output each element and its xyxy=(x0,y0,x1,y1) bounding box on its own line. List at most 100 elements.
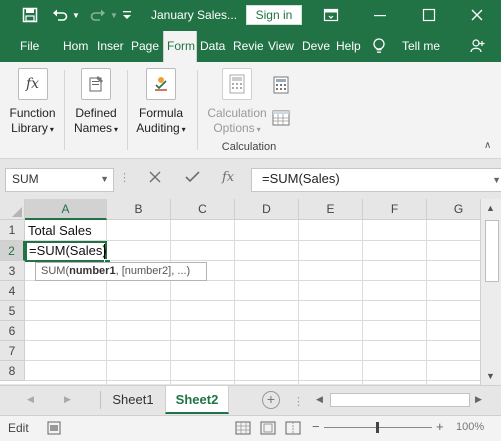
calculation-group-label: Calculation xyxy=(221,141,277,153)
tab-formulas[interactable]: Form xyxy=(163,31,197,62)
cell-a1[interactable]: Total Sales xyxy=(28,223,92,238)
tooltip-rest: , [number2], ...) xyxy=(115,265,191,277)
more-options-icon: ⋮ xyxy=(119,172,130,184)
row-header-2[interactable]: 2 xyxy=(0,241,25,261)
next-sheet-icon[interactable]: ▶ xyxy=(64,394,71,405)
ribbon-display-options-icon[interactable] xyxy=(321,5,341,25)
more-options-icon: ⋮ xyxy=(293,396,304,408)
zoom-in-icon[interactable]: + xyxy=(436,419,444,434)
name-manager-icon xyxy=(81,68,111,100)
sign-in-button[interactable]: Sign in xyxy=(246,5,302,25)
collapse-ribbon-icon[interactable]: ∧ xyxy=(484,140,491,151)
scroll-left-icon[interactable]: ◀ xyxy=(316,394,323,405)
row-header-7[interactable]: 7 xyxy=(0,341,25,361)
tab-data[interactable]: Data xyxy=(200,31,228,62)
undo-icon[interactable] xyxy=(50,5,70,25)
save-icon[interactable] xyxy=(20,5,40,25)
row-header-4[interactable]: 4 xyxy=(0,281,25,301)
select-all-corner[interactable] xyxy=(0,199,25,220)
column-header-c[interactable]: C xyxy=(171,199,235,220)
formula-auditing-label-1: Formula xyxy=(138,106,183,120)
tooltip-current-arg: number1 xyxy=(69,265,116,277)
zoom-slider-thumb[interactable] xyxy=(376,422,379,433)
tab-separator xyxy=(100,391,101,409)
tab-home[interactable]: Hom xyxy=(63,31,93,62)
row-header-1[interactable]: 1 xyxy=(0,220,25,241)
minimize-icon[interactable] xyxy=(370,5,390,25)
previous-sheet-icon[interactable]: ◀ xyxy=(27,394,34,405)
column-header-e[interactable]: E xyxy=(299,199,363,220)
tab-help[interactable]: Help xyxy=(336,31,364,62)
redo-dropdown-icon[interactable]: ▼ xyxy=(109,5,119,25)
name-box[interactable]: SUM ▼ xyxy=(5,168,114,192)
redo-icon[interactable] xyxy=(88,5,108,25)
zoom-level[interactable]: 100% xyxy=(456,421,484,433)
expand-formula-bar-icon[interactable]: ▼ xyxy=(492,170,501,190)
calculate-now-icon[interactable] xyxy=(273,76,289,99)
column-header-f[interactable]: F xyxy=(363,199,427,220)
column-header-d[interactable]: D xyxy=(235,199,299,220)
cell-a2-editing[interactable]: =SUM(Sales) xyxy=(29,243,107,258)
row-header-3[interactable]: 3 xyxy=(0,261,25,281)
function-argument-tooltip[interactable]: SUM(number1, [number2], ...) xyxy=(35,262,207,281)
page-layout-view-icon[interactable] xyxy=(260,421,276,438)
title-bar: ▼ ▼ January Sales... Sign in xyxy=(0,0,501,31)
cancel-icon[interactable] xyxy=(148,170,162,188)
share-icon[interactable] xyxy=(470,31,488,62)
customize-toolbar-icon[interactable] xyxy=(120,5,134,25)
scroll-right-icon[interactable]: ▶ xyxy=(475,394,482,405)
calculator-icon xyxy=(222,68,252,100)
normal-view-icon[interactable] xyxy=(235,421,251,438)
function-library-button[interactable]: fx Function Library ▾ xyxy=(5,68,60,137)
ribbon-separator xyxy=(197,70,198,150)
function-icon: fx xyxy=(17,68,48,100)
formula-bar: SUM ▼ ⋮ fx =SUM(Sales) ▼ xyxy=(0,159,501,199)
enter-icon[interactable] xyxy=(185,170,200,188)
undo-dropdown-icon[interactable]: ▼ xyxy=(71,5,81,25)
tell-me-search[interactable]: Tell me xyxy=(402,31,446,62)
defined-names-label-2: Names xyxy=(73,121,112,135)
formula-auditing-icon xyxy=(146,68,176,100)
tab-page-layout[interactable]: Page xyxy=(131,31,161,62)
column-header-b[interactable]: B xyxy=(107,199,171,220)
add-sheet-icon[interactable]: + xyxy=(262,391,280,409)
text-cursor xyxy=(104,244,105,259)
formula-auditing-button[interactable]: Formula Auditing ▾ xyxy=(131,68,191,137)
row-header-5[interactable]: 5 xyxy=(0,301,25,321)
tooltip-function[interactable]: SUM( xyxy=(41,265,69,277)
function-library-label-2: Library xyxy=(11,121,48,135)
scrollbar-thumb[interactable] xyxy=(485,220,499,282)
scroll-up-icon[interactable]: ▲ xyxy=(486,203,495,213)
tab-developer[interactable]: Deve xyxy=(302,31,332,62)
calculation-options-label-1: Calculation xyxy=(207,106,267,120)
window-title: January Sales... xyxy=(151,8,238,22)
scroll-down-icon[interactable]: ▼ xyxy=(486,371,495,381)
maximize-icon[interactable] xyxy=(419,5,439,25)
grid-line xyxy=(25,380,480,381)
chevron-down-icon[interactable]: ▼ xyxy=(100,169,109,189)
column-header-g[interactable]: G xyxy=(427,199,480,220)
ribbon-separator xyxy=(127,70,128,150)
defined-names-button[interactable]: Defined Names ▾ xyxy=(70,68,122,137)
tab-insert[interactable]: Inser xyxy=(97,31,127,62)
tab-view[interactable]: View xyxy=(268,31,296,62)
page-break-preview-icon[interactable] xyxy=(285,421,301,438)
sheet-tab-sheet2[interactable]: Sheet2 xyxy=(165,386,229,414)
column-header-a[interactable]: A xyxy=(25,199,107,220)
tab-file[interactable]: File xyxy=(20,31,46,62)
sheet-tab-sheet1[interactable]: Sheet1 xyxy=(103,386,163,414)
horizontal-scrollbar[interactable] xyxy=(330,393,470,407)
zoom-out-icon[interactable]: − xyxy=(312,419,320,434)
tab-review[interactable]: Revie xyxy=(233,31,263,62)
close-icon[interactable] xyxy=(467,5,487,25)
chevron-down-icon: ▾ xyxy=(49,125,54,134)
lightbulb-icon[interactable] xyxy=(372,31,390,62)
row-header-6[interactable]: 6 xyxy=(0,321,25,341)
row-header-8[interactable]: 8 xyxy=(0,361,25,381)
calculate-sheet-icon[interactable] xyxy=(272,109,290,132)
accessibility-icon[interactable] xyxy=(47,421,61,438)
calculation-options-button[interactable]: Calculation Options ▾ xyxy=(204,68,270,137)
formula-input[interactable]: =SUM(Sales) ▼ xyxy=(251,168,501,192)
vertical-scrollbar[interactable]: ▲ ▼ xyxy=(480,199,501,385)
insert-function-icon[interactable]: fx xyxy=(222,170,234,185)
